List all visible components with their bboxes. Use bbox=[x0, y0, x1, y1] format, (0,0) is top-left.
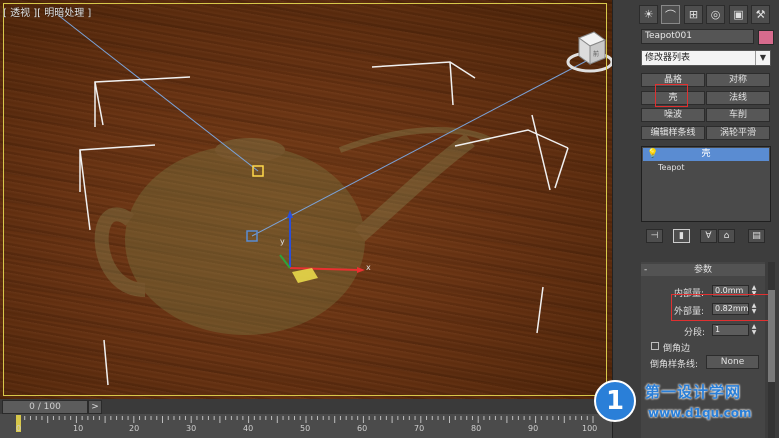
rollout-header[interactable]: - 参数 bbox=[641, 264, 765, 276]
outer-amount-highlight-box bbox=[671, 294, 770, 321]
chamfer-spline-label: 倒角样条线: bbox=[650, 360, 699, 370]
tick-label: 0 bbox=[16, 424, 22, 433]
time-slider[interactable]: 0 / 100 bbox=[2, 400, 88, 414]
segments-field[interactable]: 1 bbox=[712, 324, 749, 336]
stack-item-shell[interactable]: 💡 壳 bbox=[643, 148, 769, 161]
modifier-button-noise[interactable]: 噪波 bbox=[641, 108, 705, 122]
viewport-label[interactable]: [ 透视 ][ 明暗处理 ] bbox=[3, 4, 91, 19]
modifier-button-edit-spline[interactable]: 编辑样条线 bbox=[641, 126, 705, 140]
pin-stack-icon[interactable]: ⊣ bbox=[646, 229, 663, 243]
modifier-button-turbosmooth[interactable]: 涡轮平滑 bbox=[706, 126, 770, 140]
tick-label: 100 bbox=[582, 424, 598, 433]
tick-label: 60 bbox=[357, 424, 368, 433]
scene-graphics: y x 前 bbox=[57, 14, 612, 386]
perspective-viewport[interactable]: y x 前 [ 透视 ][ 明暗处理 ] bbox=[0, 0, 612, 399]
track-bar[interactable]: 0 10 20 30 40 50 60 70 80 90 100 bbox=[0, 414, 612, 438]
remove-modifier-icon[interactable]: ⌂ bbox=[718, 229, 735, 243]
viewcube: 前 bbox=[566, 31, 612, 73]
scrollbar-thumb[interactable] bbox=[768, 290, 775, 382]
svg-text:y: y bbox=[280, 237, 285, 246]
modifier-list-dropdown[interactable]: 修改器列表 ▼ bbox=[641, 50, 771, 66]
svg-text:前: 前 bbox=[593, 50, 599, 58]
stack-item-shell-label: 壳 bbox=[701, 149, 711, 159]
svg-text:x: x bbox=[366, 263, 371, 272]
tick-label: 40 bbox=[243, 424, 254, 433]
object-color-swatch[interactable] bbox=[758, 30, 774, 45]
next-frame-button[interactable]: > bbox=[88, 400, 102, 414]
chamfer-edges-checkbox[interactable] bbox=[651, 342, 659, 350]
modify-icon[interactable]: ⌒ bbox=[661, 5, 680, 24]
chamfer-spline-button[interactable]: None bbox=[706, 355, 759, 369]
tick-label: 80 bbox=[471, 424, 482, 433]
motion-icon[interactable]: ◎ bbox=[706, 5, 725, 24]
chevron-down-icon: ▼ bbox=[755, 51, 770, 65]
modifier-list-label: 修改器列表 bbox=[645, 53, 691, 63]
modifier-button-lathe[interactable]: 车削 bbox=[706, 108, 770, 122]
tick-label: 20 bbox=[129, 424, 140, 433]
display-icon[interactable]: ▣ bbox=[729, 5, 748, 24]
hierarchy-icon[interactable]: ⊞ bbox=[684, 5, 703, 24]
modifier-stack[interactable]: 💡 壳 Teapot bbox=[641, 146, 771, 222]
teapot-mesh bbox=[94, 127, 492, 335]
panel-scrollbar[interactable] bbox=[768, 262, 775, 438]
tick-label: 70 bbox=[414, 424, 425, 433]
light-target-line-1 bbox=[57, 14, 259, 172]
object-name-field[interactable]: Teapot001 bbox=[641, 29, 754, 44]
chamfer-edges-label: 倒角边 bbox=[663, 344, 691, 354]
modifier-button-normal[interactable]: 法线 bbox=[706, 91, 770, 105]
tick-label: 10 bbox=[73, 424, 84, 433]
tick-label: 50 bbox=[300, 424, 311, 433]
rollout-title: 参数 bbox=[693, 265, 712, 275]
watermark-title: 第一设计学网 bbox=[645, 383, 742, 401]
watermark-url: www.d1qu.com bbox=[648, 406, 752, 420]
timeline: 0 / 100 > 0 10 20 30 40 50 60 70 80 90 1… bbox=[0, 399, 612, 438]
watermark-logo: 1 bbox=[594, 380, 636, 422]
tick-label: 30 bbox=[186, 424, 197, 433]
segments-label: 分段: bbox=[684, 328, 706, 338]
modifier-button-symmetry[interactable]: 对称 bbox=[706, 73, 770, 87]
light-target-line-2 bbox=[251, 57, 593, 237]
tick-label: 90 bbox=[528, 424, 539, 433]
utilities-icon[interactable]: ⚒ bbox=[751, 5, 770, 24]
shell-highlight-box bbox=[655, 84, 688, 107]
collapse-icon: - bbox=[644, 265, 648, 275]
show-end-result-icon[interactable]: ▮ bbox=[673, 229, 690, 243]
spinner-icon[interactable]: ▲ ▼ bbox=[751, 324, 757, 336]
make-unique-icon[interactable]: ∀ bbox=[700, 229, 717, 243]
sun-icon[interactable]: ☀ bbox=[639, 5, 658, 24]
configure-sets-icon[interactable]: ▤ bbox=[748, 229, 765, 243]
stack-item-teapot[interactable]: Teapot bbox=[643, 162, 769, 174]
